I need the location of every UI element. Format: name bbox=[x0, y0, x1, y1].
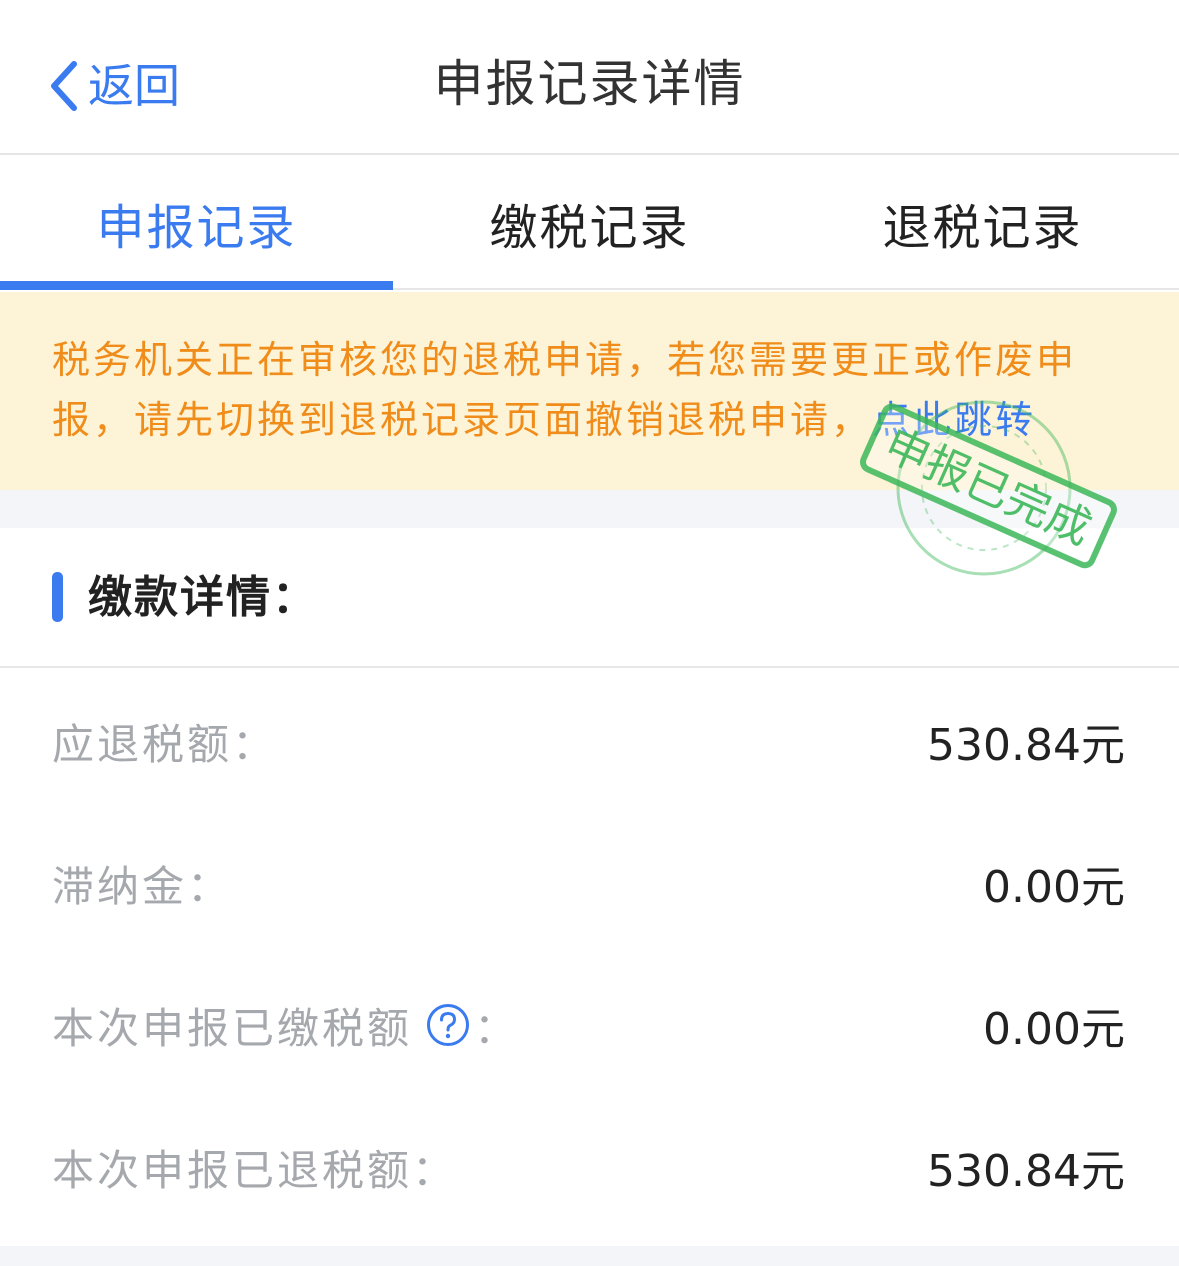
detail-label: 本次申报已退税额： bbox=[52, 1145, 458, 1195]
section-divider bbox=[0, 490, 1179, 528]
section-header: 缴款详情： bbox=[0, 528, 1179, 668]
detail-value: 530.84元 bbox=[927, 720, 1125, 771]
detail-label-colon: ： bbox=[474, 1003, 520, 1053]
bottom-divider bbox=[0, 1246, 1179, 1266]
question-circle-icon[interactable] bbox=[426, 1003, 470, 1047]
tab-bar: 申报记录 缴税记录 退税记录 bbox=[0, 157, 1179, 290]
notice-jump-link[interactable]: 点此跳转 bbox=[872, 398, 1036, 442]
notice-banner: 税务机关正在审核您的退税申请，若您需要更正或作废申报，请先切换到退税记录页面撤销… bbox=[0, 292, 1179, 490]
detail-value: 530.84元 bbox=[927, 1146, 1125, 1197]
detail-label: 滞纳金： bbox=[52, 861, 233, 911]
section-title: 缴款详情： bbox=[88, 572, 318, 623]
section-accent-bar bbox=[52, 572, 63, 622]
detail-row-late-fee: 滞纳金： 0.00元 bbox=[0, 812, 1179, 954]
detail-row-paid-tax: 本次申报已缴税额 ： 0.00元 bbox=[0, 954, 1179, 1096]
detail-label: 本次申报已缴税额 bbox=[52, 1003, 413, 1053]
tab-declaration-records[interactable]: 申报记录 bbox=[0, 157, 393, 290]
detail-row-refunded-tax: 本次申报已退税额： 530.84元 bbox=[0, 1096, 1179, 1238]
page-title: 申报记录详情 bbox=[433, 55, 746, 113]
tab-payment-records[interactable]: 缴税记录 bbox=[393, 157, 786, 288]
detail-label: 应退税额： bbox=[52, 719, 278, 769]
detail-value: 0.00元 bbox=[983, 1004, 1125, 1055]
detail-row-refundable-tax: 应退税额： 530.84元 bbox=[0, 670, 1179, 812]
navigation-bar: 返回 申报记录详情 bbox=[0, 0, 1179, 155]
tab-refund-records[interactable]: 退税记录 bbox=[786, 157, 1179, 288]
detail-label-group: 本次申报已缴税额 ： bbox=[52, 954, 519, 1096]
detail-value: 0.00元 bbox=[983, 862, 1125, 913]
